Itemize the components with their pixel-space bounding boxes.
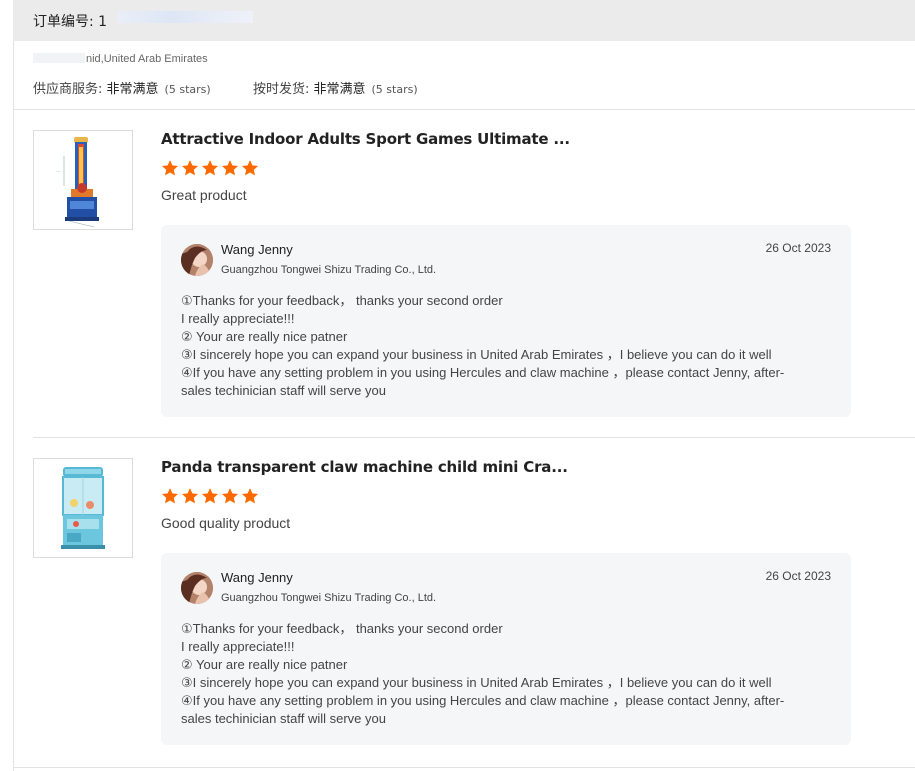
supplier-reply: Wang Jenny Guangzhou Tongwei Shizu Tradi… xyxy=(161,225,851,417)
product-title[interactable]: Panda transparent claw machine child min… xyxy=(161,458,568,476)
reply-body: ①Thanks for your feedback， thanks your s… xyxy=(181,292,831,400)
reply-date: 26 Oct 2023 xyxy=(765,569,831,583)
reply-line: I really appreciate!!! xyxy=(181,311,295,326)
supplier-service-value: 非常满意 xyxy=(106,82,159,97)
svg-text:---: --- xyxy=(56,169,61,174)
reply-line: ③I sincerely hope you can expand your bu… xyxy=(181,347,772,362)
star-icon xyxy=(201,160,219,176)
profile-photo-icon xyxy=(181,244,213,276)
divider xyxy=(33,437,915,438)
star-icon xyxy=(161,160,179,176)
supplier-service-stars: (5 stars) xyxy=(164,83,211,96)
order-number-redacted xyxy=(118,11,253,23)
star-icon xyxy=(181,160,199,176)
ontime-delivery-label: 按时发货: xyxy=(252,82,310,97)
star-icon xyxy=(241,160,259,176)
divider xyxy=(13,767,915,768)
reply-author-name: Wang Jenny xyxy=(221,570,293,585)
buyer-country: nid,United Arab Emirates xyxy=(33,53,208,65)
review-comment: Great product xyxy=(161,187,247,203)
claw-machine-icon xyxy=(34,459,132,557)
avatar xyxy=(181,572,213,604)
reply-line: ①Thanks for your feedback， thanks your s… xyxy=(181,293,503,308)
reply-company: Guangzhou Tongwei Shizu Trading Co., Ltd… xyxy=(221,264,437,276)
profile-photo-icon xyxy=(181,572,213,604)
star-icon xyxy=(201,488,219,504)
order-number-bar: 订单编号: 1 xyxy=(13,0,915,41)
frame-border xyxy=(13,41,14,771)
review-item: --- Attractive Indoor Adults Sport Games… xyxy=(33,130,915,420)
buyer-name-redacted xyxy=(33,53,85,63)
avatar xyxy=(181,244,213,276)
reply-author-name: Wang Jenny xyxy=(221,242,293,257)
reply-line: ④If you have any setting problem in you … xyxy=(181,693,785,708)
product-title[interactable]: Attractive Indoor Adults Sport Games Ult… xyxy=(161,130,570,148)
reply-line: sales techinician staff will serve you xyxy=(181,383,386,398)
star-icon xyxy=(181,488,199,504)
star-icon xyxy=(221,160,239,176)
star-icon xyxy=(161,488,179,504)
reply-line: ④If you have any setting problem in you … xyxy=(181,365,785,380)
seller-ratings-row: 供应商服务: 非常满意 (5 stars) 按时发货: 非常满意 (5 stars) xyxy=(33,78,418,97)
reply-line: I really appreciate!!! xyxy=(181,639,295,654)
product-thumbnail[interactable] xyxy=(33,458,133,558)
supplier-reply: Wang Jenny Guangzhou Tongwei Shizu Tradi… xyxy=(161,553,851,745)
reply-line: ①Thanks for your feedback， thanks your s… xyxy=(181,621,503,636)
star-rating xyxy=(161,159,259,177)
review-item: Panda transparent claw machine child min… xyxy=(33,458,915,748)
reply-line: ② Your are really nice patner xyxy=(181,329,348,344)
star-rating xyxy=(161,487,259,505)
review-comment: Good quality product xyxy=(161,515,291,531)
star-icon xyxy=(221,488,239,504)
order-number-label: 订单编号: 1 xyxy=(33,14,108,30)
reply-line: ② Your are really nice patner xyxy=(181,657,348,672)
reply-line: ③I sincerely hope you can expand your bu… xyxy=(181,675,772,690)
ontime-delivery-stars: (5 stars) xyxy=(371,83,418,96)
divider xyxy=(13,109,915,110)
reply-line: sales techinician staff will serve you xyxy=(181,711,386,726)
ontime-delivery-value: 非常满意 xyxy=(313,82,366,97)
buyer-country-text: nid,United Arab Emirates xyxy=(86,53,208,65)
reply-date: 26 Oct 2023 xyxy=(765,241,831,255)
reply-company: Guangzhou Tongwei Shizu Trading Co., Ltd… xyxy=(221,592,437,604)
star-icon xyxy=(241,488,259,504)
supplier-service-label: 供应商服务: xyxy=(33,82,103,97)
product-thumbnail[interactable]: --- xyxy=(33,130,133,230)
boxing-machine-icon: --- xyxy=(34,131,132,229)
reply-body: ①Thanks for your feedback， thanks your s… xyxy=(181,620,831,728)
